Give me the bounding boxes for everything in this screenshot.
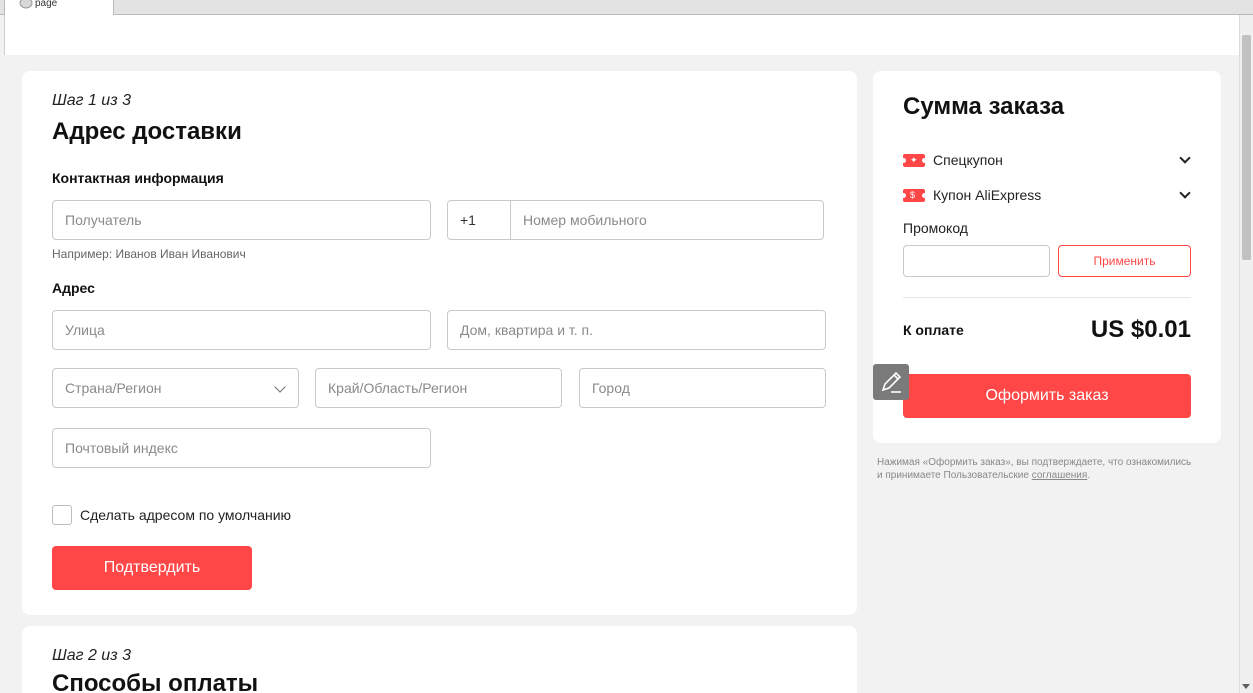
page-scrollbar[interactable]	[1239, 15, 1253, 693]
disclaimer-end: .	[1087, 470, 1091, 481]
country-select-label: Страна/Регион	[65, 380, 162, 396]
edit-icon[interactable]	[873, 364, 909, 400]
region-input[interactable]	[316, 369, 561, 407]
summary-title: Сумма заказа	[903, 93, 1065, 120]
scroll-down-arrow-icon[interactable]	[1242, 684, 1250, 689]
phone-code-selector[interactable]: +1	[448, 201, 511, 239]
divider	[903, 297, 1191, 298]
step-indicator: Шаг 1 из 3	[52, 92, 131, 109]
promo-code-label: Промокод	[903, 220, 968, 236]
browser-tabstrip: page	[0, 0, 1253, 15]
delivery-address-card: Шаг 1 из 3 Адрес доставки Контактная инф…	[22, 71, 857, 615]
place-order-button[interactable]: Оформить заказ	[903, 374, 1191, 418]
street-field[interactable]	[52, 310, 431, 350]
city-field[interactable]	[579, 368, 826, 408]
disclaimer-text-2: и принимаете Пользовательские	[877, 470, 1032, 481]
chevron-down-icon	[1179, 187, 1191, 199]
default-address-label[interactable]: Сделать адресом по умолчанию	[80, 507, 291, 523]
order-summary-card: Сумма заказа ✦ Спецкупон $ Купон AliExpr…	[873, 71, 1221, 443]
house-input[interactable]	[448, 311, 825, 349]
country-select[interactable]: Страна/Регион	[52, 368, 299, 408]
coupon-icon: ✦	[901, 153, 927, 167]
page-header	[4, 15, 1239, 55]
coupon-label: Купон AliExpress	[933, 187, 1042, 203]
recipient-input[interactable]	[53, 201, 430, 239]
coupon-label: Спецкупон	[933, 152, 1003, 168]
terms-link[interactable]: соглашения	[1032, 470, 1088, 481]
terms-disclaimer: Нажимая «Оформить заказ», вы подтверждае…	[877, 456, 1227, 482]
page-title: Адрес доставки	[52, 118, 242, 145]
phone-input[interactable]	[511, 201, 823, 239]
recipient-hint: Например: Иванов Иван Иванович	[52, 247, 246, 261]
aliexpress-coupon-row[interactable]: $ Купон AliExpress	[901, 184, 1193, 206]
chevron-down-icon	[1179, 152, 1191, 164]
disclaimer-text: Нажимая «Оформить заказ», вы подтверждае…	[877, 457, 1192, 468]
special-coupon-row[interactable]: ✦ Спецкупон	[901, 149, 1193, 171]
default-address-checkbox[interactable]	[52, 505, 72, 525]
payment-title: Способы оплаты	[52, 670, 259, 693]
total-label: К оплате	[903, 322, 964, 338]
contact-info-label: Контактная информация	[52, 170, 224, 186]
phone-field: +1	[447, 200, 824, 240]
browser-tab-title: page	[35, 0, 58, 9]
payment-methods-card: Шаг 2 из 3 Способы оплаты	[22, 626, 857, 693]
recipient-field[interactable]	[52, 200, 431, 240]
chevron-down-icon	[274, 381, 286, 393]
address-label: Адрес	[52, 280, 95, 296]
city-input[interactable]	[580, 369, 825, 407]
dollar-coupon-icon: $	[901, 188, 927, 202]
zip-field[interactable]	[52, 428, 431, 468]
street-input[interactable]	[53, 311, 430, 349]
apply-promo-button[interactable]: Применить	[1058, 245, 1191, 277]
region-field[interactable]	[315, 368, 562, 408]
browser-tab[interactable]: page	[4, 0, 114, 15]
page-icon	[19, 0, 33, 9]
total-amount: US $0.01	[1090, 316, 1191, 343]
scrollbar-thumb[interactable]	[1242, 35, 1251, 260]
house-field[interactable]	[447, 310, 826, 350]
step-indicator: Шаг 2 из 3	[52, 647, 131, 664]
confirm-button[interactable]: Подтвердить	[52, 546, 252, 590]
promo-code-input[interactable]	[903, 245, 1050, 277]
zip-input[interactable]	[53, 429, 430, 467]
